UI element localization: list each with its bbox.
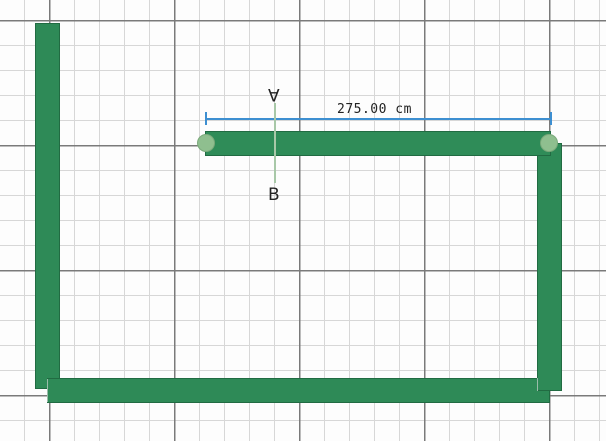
wall-start-handle[interactable]	[197, 134, 215, 152]
section-label-end: B	[268, 185, 280, 205]
dimension-tick-end	[550, 112, 552, 125]
wall-joint-seam	[47, 379, 48, 402]
dimension-label: 275.00 cm	[337, 102, 412, 117]
section-label-start: A	[268, 84, 280, 104]
wall-end-handle[interactable]	[540, 134, 558, 152]
wall-bottom[interactable]	[47, 378, 550, 403]
dimension-tick-start	[205, 112, 207, 125]
section-cut-line[interactable]	[274, 103, 276, 183]
wall-right[interactable]	[537, 143, 562, 391]
wall-left[interactable]	[35, 23, 60, 389]
floor-plan-canvas[interactable]: 275.00 cm A B	[0, 0, 606, 441]
dimension-line	[205, 118, 551, 120]
wall-joint-seam	[537, 378, 538, 391]
wall-top-selected[interactable]	[205, 131, 551, 156]
